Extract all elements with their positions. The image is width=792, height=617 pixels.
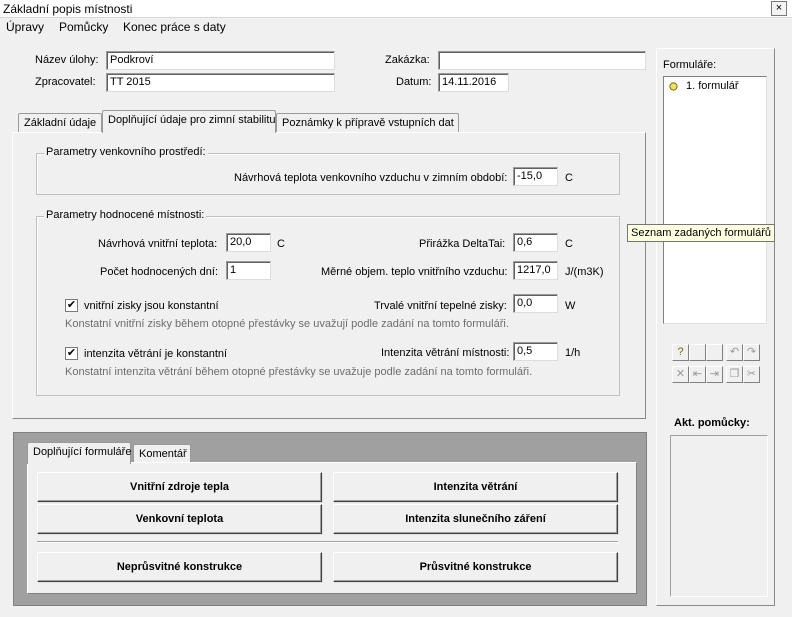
outdoor-temp-button[interactable]: Venkovní teplota (37, 504, 322, 534)
empty-icon-slot-1 (689, 344, 706, 361)
outdoor-temp-label: Návrhová teplota venkovního vzduchu v zi… (234, 172, 508, 184)
forms-label: Formuláře: (663, 59, 717, 71)
menu-konec[interactable]: Konec práce s daty (123, 20, 226, 34)
help-icon[interactable]: ? (672, 344, 689, 361)
solar-button[interactable]: Intenzita slunečního záření (333, 504, 618, 534)
close-button[interactable]: × (771, 1, 787, 16)
menu-bar: Úpravy Pomůcky Konec práce s daty (0, 18, 792, 36)
gains-constant-checkbox[interactable]: ✔ (65, 299, 78, 312)
vent-constant-checkbox[interactable]: ✔ (65, 347, 78, 360)
menu-upravy[interactable]: Úpravy (6, 20, 44, 34)
date-input[interactable]: 14.11.2016 (438, 73, 509, 92)
vent-input[interactable]: 0,5 (513, 342, 558, 361)
tab-zakladni-udaje[interactable]: Základní údaje (18, 113, 102, 133)
outdoor-group-title: Parametry venkovního prostředí: (44, 146, 208, 158)
forms-list[interactable]: 1. formulář (663, 76, 767, 324)
list-item[interactable]: 1. formulář (667, 80, 762, 94)
task-input[interactable]: Podkroví (106, 51, 335, 70)
outdoor-temp-input[interactable]: -15,0 (513, 167, 558, 186)
delta-unit: C (565, 238, 573, 250)
copy-icon[interactable]: ❐ (726, 366, 743, 383)
tools-label: Akt. pomůcky: (674, 417, 750, 429)
delta-label: Přirážka DeltaTai: (419, 238, 506, 250)
inner-temp-unit: C (277, 238, 285, 250)
inner-temp-label: Návrhová vnitřní teplota: (98, 238, 218, 250)
heat-unit: J/(m3K) (565, 266, 604, 278)
forms-tooltip: Seznam zadaných formulářů (627, 224, 776, 242)
vent-unit: 1/h (565, 347, 581, 359)
heat-input[interactable]: 1217,0 (513, 261, 558, 280)
outdoor-temp-unit: C (565, 172, 573, 184)
gains-label: Trvalé vnitřní tepelné zisky: (374, 300, 507, 312)
opaque-button[interactable]: Neprůsvitné konstrukce (37, 552, 322, 582)
window-title: Základní popis místnosti (3, 2, 133, 16)
window-titlebar: Základní popis místnosti × (0, 0, 792, 18)
gains-check-label: vnitřní zisky jsou konstantní (84, 300, 219, 312)
delete-icon[interactable]: ✕ (672, 366, 689, 383)
form-item-label: 1. formulář (686, 80, 739, 92)
order-input[interactable] (438, 51, 646, 70)
room-group-title: Parametry hodnocené místnosti: (44, 209, 207, 221)
heat-label: Měrné objem. teplo vnitřního vzduchu: (321, 266, 508, 278)
processor-label: Zpracovatel: (35, 76, 96, 88)
tab-komentar[interactable]: Komentář (133, 444, 191, 463)
cut-icon[interactable]: ✂ (743, 366, 760, 383)
undo-icon[interactable]: ↶ (726, 344, 743, 361)
date-label: Datum: (396, 76, 432, 88)
redo-icon[interactable]: ↷ (743, 344, 760, 361)
internal-sources-button[interactable]: Vnitřní zdroje tepla (37, 472, 322, 502)
ventilation-button[interactable]: Intenzita větrání (333, 472, 618, 502)
task-label: Název úlohy: (35, 54, 99, 66)
vent-note: Konstatní intenzita větrání během otopné… (65, 366, 533, 378)
delta-input[interactable]: 0,6 (513, 233, 558, 252)
move-last-icon[interactable]: ⇥ (706, 366, 723, 383)
tools-box (670, 435, 768, 597)
tab-poznamky[interactable]: Poznámky k přípravě vstupních dat (276, 113, 459, 133)
separator (37, 541, 618, 543)
transparent-button[interactable]: Průsvitné konstrukce (333, 552, 618, 582)
vent-check-label: intenzita větrání je konstantní (84, 348, 228, 360)
gains-note: Konstatní vnitřní zisky během otopné pře… (65, 318, 509, 330)
days-label: Počet hodnocených dní: (100, 266, 219, 278)
vent-label: Intenzita větrání místnosti: (381, 347, 510, 359)
menu-pomucky[interactable]: Pomůcky (59, 20, 108, 34)
processor-input[interactable]: TT 2015 (106, 73, 335, 92)
bulb-icon (669, 82, 678, 91)
gains-input[interactable]: 0,0 (513, 294, 558, 313)
empty-icon-slot-2 (706, 344, 723, 361)
tab-doplnujici-formulare[interactable]: Doplňující formuláře (27, 442, 131, 464)
tab-doplnujici-udaje[interactable]: Doplňující údaje pro zimní stabilitu (102, 110, 276, 133)
days-input[interactable]: 1 (226, 261, 271, 280)
inner-temp-input[interactable]: 20,0 (226, 233, 271, 252)
order-label: Zakázka: (385, 54, 430, 66)
move-first-icon[interactable]: ⇤ (689, 366, 706, 383)
gains-unit: W (565, 300, 576, 312)
